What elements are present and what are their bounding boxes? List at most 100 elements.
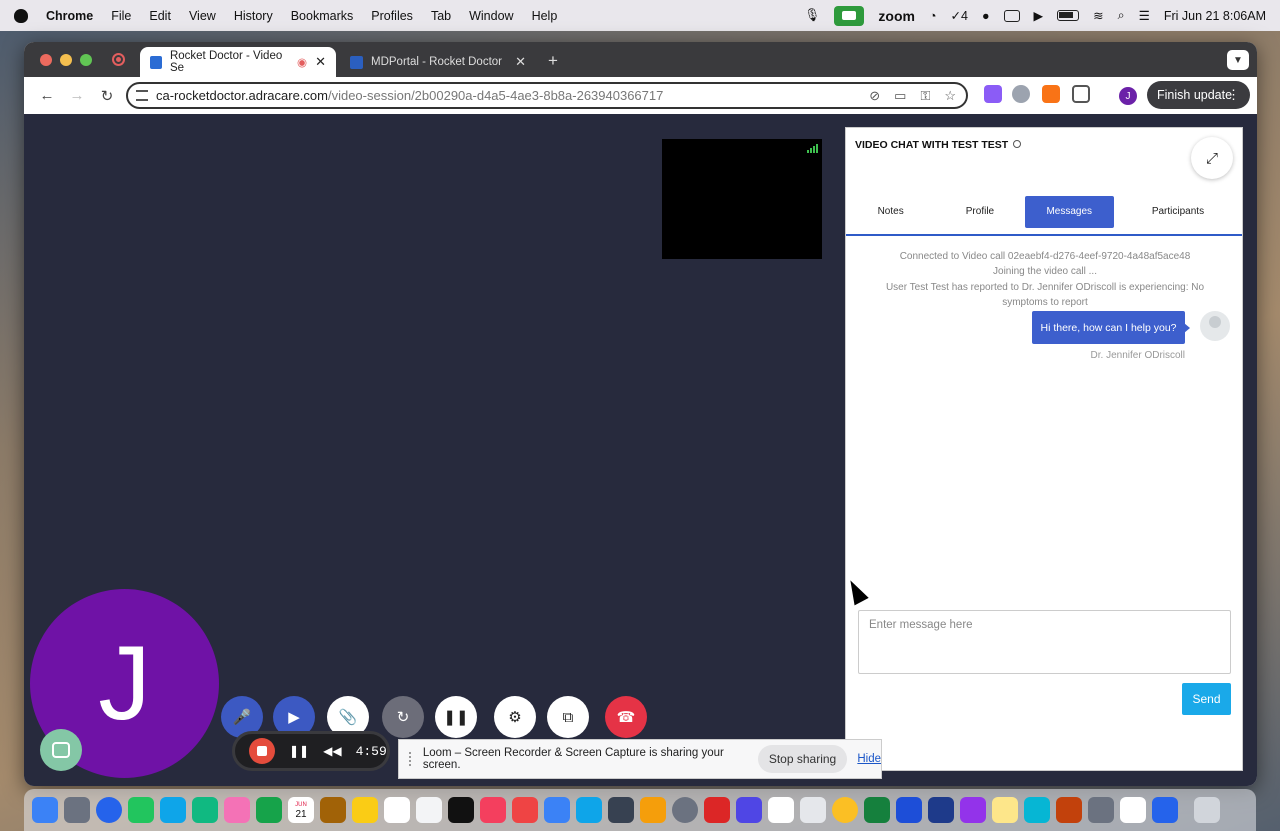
photos-icon[interactable] xyxy=(224,797,250,823)
menu-window[interactable]: Window xyxy=(469,9,513,23)
camera-icon[interactable]: ▭ xyxy=(894,88,906,104)
excel-icon[interactable] xyxy=(864,797,890,823)
tab-search-chevron-icon[interactable]: ▼ xyxy=(1227,50,1249,70)
apple-tv-icon[interactable] xyxy=(448,797,474,823)
extensions-puzzle-icon[interactable] xyxy=(1072,85,1090,103)
expand-panel-button[interactable]: ⤢ xyxy=(1191,137,1233,179)
mail-icon[interactable] xyxy=(160,797,186,823)
zoom-app-icon[interactable] xyxy=(1152,797,1178,823)
settings-button[interactable]: ⚙ xyxy=(494,696,536,738)
spotlight-search-icon[interactable]: ⌕ xyxy=(1118,8,1125,23)
zoom-camera-icon[interactable] xyxy=(834,5,865,26)
minimize-window-button[interactable] xyxy=(60,54,72,66)
teams-icon[interactable] xyxy=(736,797,762,823)
finish-update-button[interactable]: Finish update ⋮ xyxy=(1147,81,1250,109)
calendar-icon[interactable]: JUN 21 xyxy=(288,797,314,823)
maps-icon[interactable] xyxy=(192,797,218,823)
extension-icon[interactable] xyxy=(984,85,1002,103)
news-icon[interactable] xyxy=(512,797,538,823)
support-chat-icon[interactable] xyxy=(40,729,82,771)
play-icon[interactable]: ▶ xyxy=(1034,8,1044,23)
stickies-icon[interactable] xyxy=(992,797,1018,823)
menu-tab[interactable]: Tab xyxy=(431,9,451,23)
trash-icon[interactable] xyxy=(1194,797,1220,823)
back-arrow-icon[interactable]: ← xyxy=(34,83,60,109)
powerpoint-icon[interactable] xyxy=(1056,797,1082,823)
grammarly-icon[interactable]: ● xyxy=(982,9,990,23)
keynote-icon[interactable] xyxy=(544,797,570,823)
zoom-menu-label[interactable]: zoom xyxy=(878,8,915,24)
menu-help[interactable]: Help xyxy=(532,9,558,23)
word-icon[interactable] xyxy=(896,797,922,823)
app-store-icon[interactable] xyxy=(576,797,602,823)
window-icon[interactable] xyxy=(1003,9,1020,22)
loom-restart-icon[interactable]: ◀◀ xyxy=(323,744,341,758)
forward-arrow-icon[interactable]: → xyxy=(64,83,90,109)
site-info-icon[interactable] xyxy=(136,90,148,101)
notes-icon[interactable] xyxy=(352,797,378,823)
reload-icon[interactable]: ↻ xyxy=(94,83,120,109)
send-button[interactable]: Send xyxy=(1182,683,1231,715)
music-icon[interactable] xyxy=(480,797,506,823)
zoom-window-button[interactable] xyxy=(80,54,92,66)
loom-stop-button[interactable] xyxy=(249,738,275,764)
grammarly-extension-icon[interactable] xyxy=(1012,85,1030,103)
tab-mdportal[interactable]: MDPortal - Rocket Doctor ✕ xyxy=(340,47,536,77)
switch-camera-button[interactable]: ↻ xyxy=(382,696,424,738)
activity-icon[interactable]: ◔ xyxy=(929,9,937,23)
canva-icon[interactable] xyxy=(1024,797,1050,823)
wifi-icon[interactable]: ≋ xyxy=(1093,8,1103,23)
menu-file[interactable]: File xyxy=(111,9,131,23)
menu-app-name[interactable]: Chrome xyxy=(46,9,93,23)
safari-icon[interactable] xyxy=(96,797,122,823)
close-tab-icon[interactable]: ✕ xyxy=(515,54,526,70)
menu-profiles[interactable]: Profiles xyxy=(371,9,413,23)
podcasts-icon[interactable] xyxy=(960,797,986,823)
address-bar[interactable]: ca-rocketdoctor.adracare.com/video-sessi… xyxy=(126,82,968,109)
system-settings-icon[interactable] xyxy=(672,797,698,823)
loom-pause-icon[interactable]: ❚❚ xyxy=(289,744,309,758)
tasks-icon[interactable]: ✓4 xyxy=(951,8,968,23)
menu-history[interactable]: History xyxy=(234,9,273,23)
contacts-icon[interactable] xyxy=(320,797,346,823)
tab-notes[interactable]: Notes xyxy=(846,196,935,228)
microphone-icon[interactable]: 🎙 xyxy=(805,8,821,23)
menu-clock[interactable]: Fri Jun 21 8:06AM xyxy=(1164,9,1266,23)
close-tab-icon[interactable]: ✕ xyxy=(315,54,326,70)
chrome-icon[interactable] xyxy=(832,797,858,823)
tab-profile[interactable]: Profile xyxy=(935,196,1024,228)
close-window-button[interactable] xyxy=(40,54,52,66)
new-tab-button[interactable]: + xyxy=(548,51,558,71)
tab-messages[interactable]: Messages xyxy=(1024,195,1114,228)
launchpad-icon[interactable] xyxy=(64,797,90,823)
tab-rocket-doctor-video[interactable]: Rocket Doctor - Video Se ◉ ✕ xyxy=(140,47,336,77)
tasks-app-icon[interactable] xyxy=(768,797,794,823)
printer-icon[interactable] xyxy=(1088,797,1114,823)
preview-icon[interactable] xyxy=(800,797,826,823)
key-icon[interactable]: ⚿ xyxy=(920,88,930,104)
menu-bookmarks[interactable]: Bookmarks xyxy=(291,9,354,23)
todo-icon[interactable] xyxy=(928,797,954,823)
apple-menu-icon[interactable] xyxy=(14,8,28,23)
control-center-icon[interactable]: ☰ xyxy=(1139,8,1150,23)
drag-handle-icon[interactable] xyxy=(409,752,415,766)
reminders-icon[interactable] xyxy=(416,797,442,823)
hubspot-extension-icon[interactable] xyxy=(1042,85,1060,103)
hide-link[interactable]: Hide xyxy=(857,753,881,765)
message-input[interactable]: Enter message here xyxy=(858,610,1231,674)
menu-edit[interactable]: Edit xyxy=(149,9,171,23)
freeform-icon[interactable] xyxy=(384,797,410,823)
messages-icon[interactable] xyxy=(128,797,154,823)
share-screen-button[interactable]: ⧉ xyxy=(547,696,589,738)
menu-view[interactable]: View xyxy=(189,9,216,23)
pause-button[interactable]: ❚❚ xyxy=(435,696,477,738)
tab-participants[interactable]: Participants xyxy=(1114,196,1242,228)
calculator-icon[interactable] xyxy=(608,797,634,823)
acrobat-icon[interactable] xyxy=(704,797,730,823)
finder-icon[interactable] xyxy=(32,797,58,823)
location-blocked-icon[interactable]: ⊘ xyxy=(869,88,880,104)
facetime-icon[interactable] xyxy=(256,797,282,823)
stop-sharing-button[interactable]: Stop sharing xyxy=(757,745,848,773)
bookmark-star-icon[interactable]: ☆ xyxy=(944,88,956,104)
battery-icon[interactable] xyxy=(1057,10,1080,21)
